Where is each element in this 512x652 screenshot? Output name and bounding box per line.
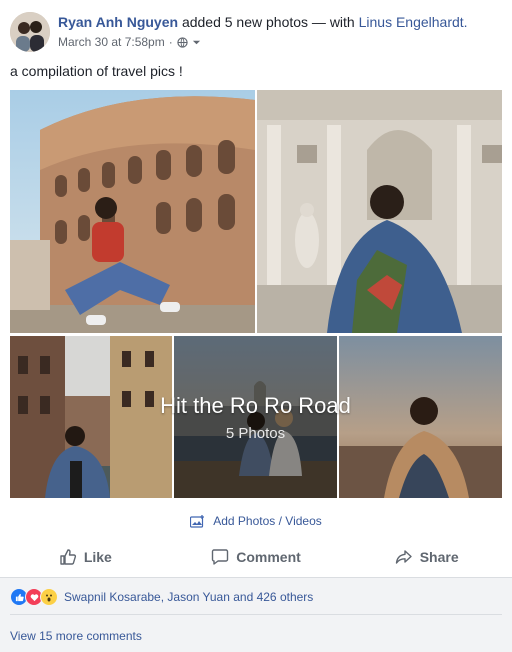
photo-colosseum[interactable] [10, 90, 255, 333]
meta-separator: · [168, 35, 173, 49]
album-photo-count: 5 Photos [225, 424, 286, 442]
photo-sunset[interactable] [339, 336, 502, 498]
post-action-text: added 5 new photos — with [181, 14, 355, 30]
tagged-user-link[interactable]: Linus Engelhardt. [359, 14, 468, 30]
like-button[interactable]: Like [0, 540, 171, 574]
post-meta: March 30 at 7:58pm · [58, 35, 201, 49]
post-caption: a compilation of travel pics ! [10, 63, 183, 79]
share-icon [395, 548, 413, 566]
add-photo-icon [190, 514, 205, 528]
reactions-summary[interactable]: Swapnil Kosarabe, Jason Yuan and 426 oth… [10, 588, 313, 606]
wow-reaction-icon [40, 588, 58, 606]
post-actions: Like Comment Share [0, 540, 512, 574]
post-timestamp[interactable]: March 30 at 7:58pm [58, 35, 165, 49]
comments-divider [10, 614, 502, 615]
globe-icon[interactable] [177, 36, 188, 48]
post-header: Ryan Anh Nguyen added 5 new photos — wit… [58, 14, 468, 30]
comment-button[interactable]: Comment [171, 540, 342, 574]
add-photos-label: Add Photos / Videos [213, 514, 322, 528]
view-more-comments-link[interactable]: View 15 more comments [10, 629, 142, 643]
chevron-down-icon[interactable] [192, 38, 201, 47]
author-name-link[interactable]: Ryan Anh Nguyen [58, 14, 178, 30]
photo-venice-canal[interactable] [10, 336, 172, 498]
album-title: Hit the Ro Ro Road [160, 392, 351, 418]
photo-trevi-fountain[interactable] [257, 90, 502, 333]
comment-icon [211, 548, 229, 566]
thumbs-up-icon [59, 548, 77, 566]
add-photos-link[interactable]: Add Photos / Videos [0, 514, 512, 528]
album-overlay[interactable]: Hit the Ro Ro Road 5 Photos [160, 336, 351, 498]
share-button[interactable]: Share [341, 540, 512, 574]
share-label: Share [419, 549, 459, 565]
like-label: Like [83, 549, 112, 565]
author-avatar[interactable] [10, 12, 50, 52]
reactions-summary-text: Swapnil Kosarabe, Jason Yuan and 426 oth… [64, 590, 314, 604]
comment-label: Comment [236, 549, 301, 565]
